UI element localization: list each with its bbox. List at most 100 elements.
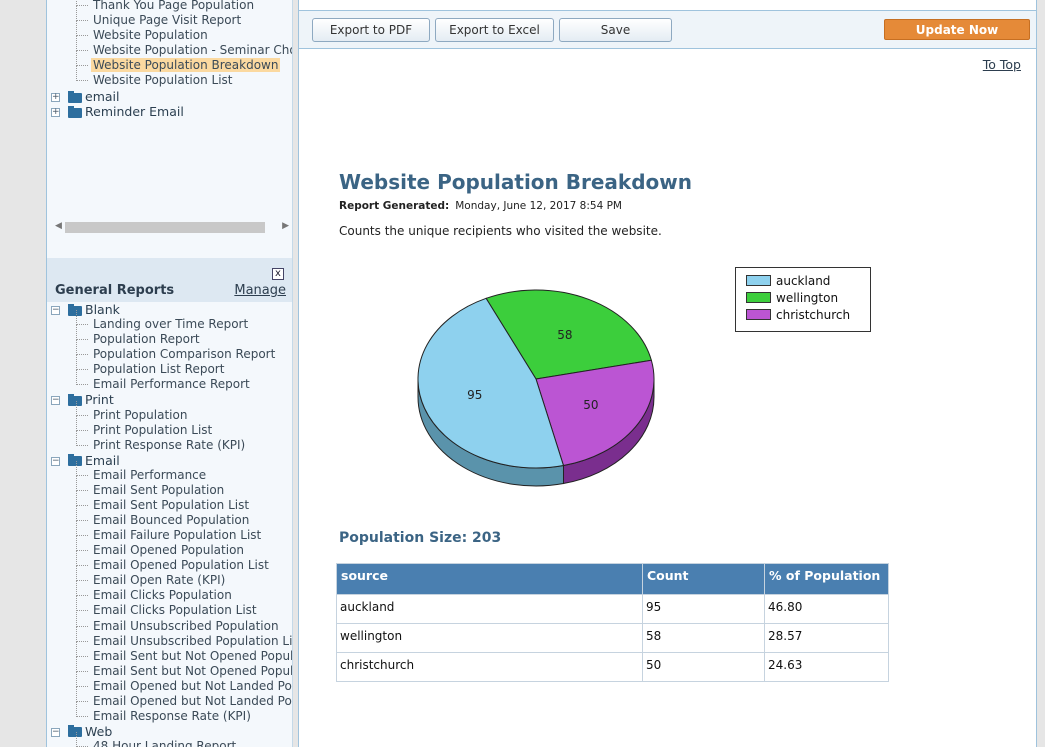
generated-value: Monday, June 12, 2017 8:54 PM [455, 200, 622, 212]
tree-item-label: Email Sent Population [93, 483, 225, 498]
tree-item-label: Email Sent but Not Opened Popul: [93, 648, 293, 663]
table-row: wellington 58 28.57 [336, 623, 889, 653]
pie-value-label: 95 [467, 388, 482, 402]
tree-item[interactable]: Population Comparison Report [76, 340, 277, 362]
folder-label: Print [85, 392, 114, 408]
tree-item-label: Website Population List [93, 73, 233, 87]
tree-item-label: Print Population [93, 407, 188, 422]
tree-item[interactable]: Email Opened Population [76, 536, 246, 558]
chart-legend: auckland wellington christchurch [735, 267, 871, 332]
expand-icon[interactable]: + [51, 93, 60, 102]
update-now-button[interactable]: Update Now [884, 19, 1030, 40]
collapse-icon[interactable]: − [51, 456, 60, 466]
tree-item[interactable]: Website Population List [76, 66, 235, 88]
legend-swatch [746, 292, 771, 303]
legend-label: christchurch [776, 308, 851, 322]
tree-item-label: Thank You Page Population [93, 0, 255, 12]
tree-item[interactable]: Email Sent but Not Opened Popul: [76, 656, 292, 679]
tree-folder[interactable]: − Blank [51, 302, 120, 317]
pie-value-label: 50 [583, 398, 598, 412]
tree-item[interactable]: Population Report [76, 325, 202, 347]
manage-link[interactable]: Manage [234, 283, 286, 298]
tree-item[interactable]: Email Response Rate (KPI) [76, 701, 253, 724]
tree-item[interactable]: Email Open Rate (KPI) [76, 566, 227, 588]
tree-item-label: Population Comparison Report [93, 347, 276, 362]
scroll-left-icon[interactable]: ◀ [55, 221, 62, 231]
tree-item-label: Email Clicks Population [93, 588, 232, 603]
table-row: christchurch 50 24.63 [336, 652, 889, 682]
scrollbar-thumb[interactable] [65, 222, 265, 233]
tree-item[interactable]: Email Unsubscribed Population [76, 611, 281, 634]
save-button[interactable]: Save [559, 18, 672, 42]
scroll-right-icon[interactable]: ▶ [282, 221, 289, 231]
export-excel-button[interactable]: Export to Excel [435, 18, 554, 42]
column-header-count: Count [642, 563, 765, 595]
tree-item-label: Email Unsubscribed Population Lis [93, 633, 293, 648]
legend-swatch [746, 275, 771, 286]
tree-item[interactable]: Email Performance Report [76, 370, 252, 392]
expand-icon[interactable]: + [51, 108, 60, 117]
tree-item-label: Population List Report [93, 362, 225, 377]
tree-item[interactable]: Email Opened but Not Landed Pop [76, 671, 293, 694]
column-header-source: source [336, 563, 643, 595]
tree-item[interactable]: Email Clicks Population [76, 581, 234, 603]
tree-item[interactable]: Thank You Page Population [76, 0, 256, 13]
generated-label: Report Generated: [339, 200, 450, 212]
section-title: General Reports [55, 283, 175, 298]
collapse-icon[interactable]: − [51, 727, 60, 737]
export-pdf-button[interactable]: Export to PDF [312, 18, 430, 42]
tree-item[interactable]: Print Population [76, 400, 189, 423]
folder-label: Web [85, 723, 113, 739]
collapse-icon[interactable]: − [51, 396, 60, 406]
folder-label: Email [85, 452, 120, 468]
tree-folder-reminder-email[interactable]: + Reminder Email [51, 104, 184, 119]
legend-swatch [746, 309, 771, 320]
tree-item[interactable]: Email Opened Population List [76, 551, 271, 573]
tree-item[interactable]: Unique Page Visit Report [76, 6, 243, 28]
horizontal-scrollbar[interactable]: ◀ ▶ [55, 220, 289, 234]
tree-folder-email[interactable]: + email [51, 89, 119, 104]
report-generated: Report Generated: Monday, June 12, 2017 8… [339, 200, 622, 212]
collapse-icon[interactable]: − [51, 306, 60, 315]
legend-item: christchurch [746, 307, 870, 324]
tree-item-label: 48 Hour Landing Report [93, 739, 237, 747]
tree-item-selected[interactable]: Website Population Breakdown [76, 51, 281, 73]
table-header-row: source Count % of Population [336, 563, 889, 595]
tree-item[interactable]: Email Sent Population List [76, 491, 251, 513]
tree-item[interactable]: Email Sent Population [76, 476, 226, 498]
tree-item-label: Email Bounced Population [93, 513, 250, 528]
tree-item[interactable]: Print Response Rate (KPI) [76, 430, 247, 453]
tree-item-label: Email Opened but Not Landed Pop [93, 678, 293, 693]
tree-item[interactable]: Email Unsubscribed Population Lis [76, 626, 293, 649]
cell-count: 95 [642, 594, 765, 624]
tree-item[interactable]: Email Clicks Population List [76, 596, 259, 618]
tree-item-label: Print Response Rate (KPI) [93, 437, 246, 452]
tree-item[interactable]: Email Performance [76, 461, 208, 483]
to-top-link[interactable]: To Top [983, 57, 1021, 72]
tree-item[interactable]: Website Population [76, 21, 210, 43]
tree-item-label: Email Opened Population List [93, 558, 269, 573]
tree-item-label: Email Sent Population List [93, 498, 250, 513]
close-icon[interactable]: x [272, 268, 284, 280]
population-size: Population Size: 203 [339, 530, 502, 546]
tree-item[interactable]: Population List Report [76, 355, 226, 377]
folder-icon [68, 393, 82, 406]
tree-item[interactable]: Email Bounced Population [76, 506, 251, 528]
tree-item-label: Landing over Time Report [93, 317, 249, 332]
tree-folder[interactable]: − Email [51, 453, 120, 468]
tree-folder[interactable]: − Print [51, 392, 114, 407]
tree-item[interactable]: Email Failure Population List [76, 521, 263, 543]
tree-item[interactable]: Print Population List [76, 415, 214, 438]
tree-item[interactable]: Landing over Time Report [76, 310, 250, 332]
folder-icon [68, 454, 82, 467]
legend-label: auckland [776, 274, 831, 288]
report-description: Counts the unique recipients who visited… [339, 224, 662, 238]
tree-item[interactable]: Website Population - Seminar Cho [76, 36, 292, 58]
legend-label: wellington [776, 291, 839, 305]
tree-item-label: Email Opened but Not Landed Pop [93, 693, 293, 708]
tree-item[interactable]: Email Sent but Not Opened Popul: [76, 641, 293, 664]
tree-item[interactable]: Email Opened but Not Landed Pop [76, 686, 293, 709]
tree-folder[interactable]: − Web [51, 724, 112, 739]
tree-item[interactable]: 48 Hour Landing Report [76, 732, 238, 747]
tree-item-label: Print Population List [93, 422, 213, 437]
